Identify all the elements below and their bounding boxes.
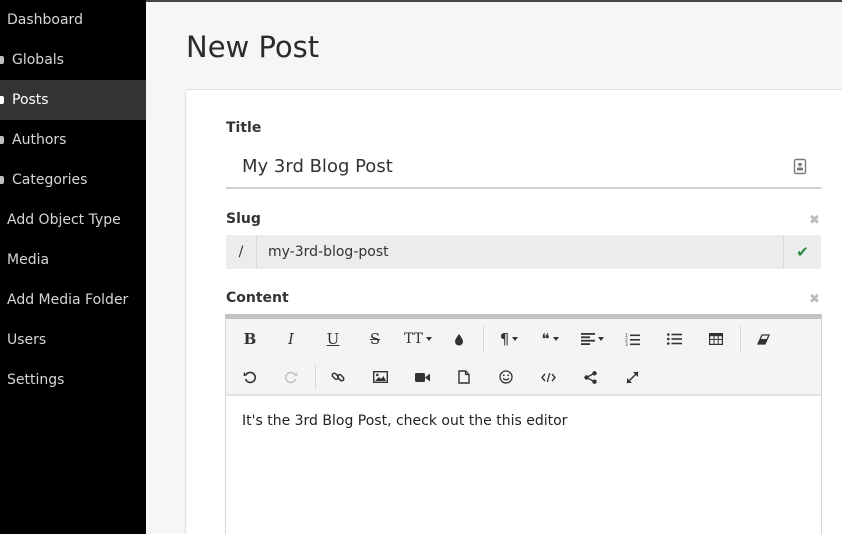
sidebar-item-label: Categories [12,172,88,188]
content-clear-icon[interactable]: ✖ [809,292,820,307]
code-icon [540,372,556,382]
rich-text-editor: B I U S TT ¶ ❝ 123 It's the 3rd Blog Pos… [225,314,822,534]
redo-icon [284,371,298,384]
editor-toolbar: B I U S TT ¶ ❝ 123 [226,319,821,396]
share-button[interactable] [575,364,605,390]
underline-button[interactable]: U [318,326,348,352]
toolbar-separator [483,326,484,352]
fullscreen-button[interactable] [617,364,647,390]
sidebar: Dashboard Globals Posts Authors Categori… [0,0,146,534]
paragraph-format-button[interactable]: ¶ [492,326,526,352]
slug-input[interactable]: / my-3rd-blog-post ✔ [226,235,821,269]
sidebar-item-label: Globals [12,52,64,68]
paragraph-icon: ¶ [499,330,510,348]
sidebar-item-dashboard[interactable]: Dashboard [0,0,146,40]
ordered-list-icon: 123 [625,333,640,346]
chevron-down-icon [512,337,519,341]
align-left-icon [580,333,595,345]
sidebar-item-authors[interactable]: Authors [0,120,146,160]
insert-file-button[interactable] [449,364,479,390]
editor-content[interactable]: It's the 3rd Blog Post, check out the th… [242,413,567,429]
content-label: Content [226,290,289,306]
slug-label: Slug [226,211,261,227]
italic-icon: I [288,330,294,348]
quote-button[interactable]: ❝ [533,326,567,352]
check-icon: ✔ [783,235,821,269]
insert-link-button[interactable] [323,364,353,390]
undo-button[interactable] [235,364,265,390]
link-icon [331,372,345,382]
redo-button[interactable] [276,364,306,390]
sidebar-item-label: Authors [12,132,67,148]
toolbar-separator [740,326,741,352]
sidebar-item-label: Add Object Type [7,212,121,228]
smiley-icon [499,370,513,384]
contact-card-icon[interactable] [793,158,807,175]
expand-icon [625,370,639,384]
title-input-value: My 3rd Blog Post [242,156,393,177]
sidebar-item-add-media-folder[interactable]: Add Media Folder [0,280,146,320]
quote-icon: ❝ [541,330,550,348]
expand-indicator-icon [0,176,4,184]
sidebar-item-label: Users [7,332,47,348]
sidebar-item-label: Dashboard [7,12,83,28]
slug-prefix: / [226,235,257,269]
font-size-button[interactable]: TT [400,326,436,352]
ordered-list-button[interactable]: 123 [617,326,647,352]
strikethrough-button[interactable]: S [360,326,390,352]
expand-indicator-icon [0,96,4,104]
expand-indicator-icon [0,136,4,144]
page-title: New Post [186,30,320,64]
insert-video-button[interactable] [407,364,437,390]
chevron-down-icon [552,337,559,341]
table-icon [709,333,723,345]
unordered-list-icon [666,333,682,345]
top-border [146,0,842,2]
unordered-list-button[interactable] [659,326,689,352]
drop-icon [455,333,463,345]
sidebar-item-label: Media [7,252,50,268]
sidebar-item-label: Posts [12,92,49,108]
eraser-icon [756,333,770,345]
svg-text:3: 3 [625,342,628,346]
chevron-down-icon [597,337,604,341]
font-size-icon: TT [404,331,423,347]
align-button[interactable] [575,326,609,352]
code-view-button[interactable] [533,364,563,390]
sidebar-item-globals[interactable]: Globals [0,40,146,80]
title-input[interactable]: My 3rd Blog Post [226,146,821,189]
bold-icon: B [243,330,257,348]
table-button[interactable] [701,326,731,352]
sidebar-item-categories[interactable]: Categories [0,160,146,200]
slug-clear-icon[interactable]: ✖ [809,213,820,228]
title-label: Title [226,120,262,136]
sidebar-item-label: Settings [7,372,65,388]
insert-image-button[interactable] [365,364,395,390]
chevron-down-icon [425,337,432,341]
slug-input-value: my-3rd-blog-post [268,244,389,260]
sidebar-item-add-object-type[interactable]: Add Object Type [0,200,146,240]
clear-formatting-button[interactable] [748,326,778,352]
undo-icon [243,371,257,384]
expand-indicator-icon [0,56,4,64]
sidebar-item-label: Add Media Folder [7,292,129,308]
underline-icon: U [326,330,340,348]
sidebar-item-posts[interactable]: Posts [0,80,146,120]
italic-button[interactable]: I [276,326,306,352]
image-icon [372,371,388,383]
video-camera-icon [414,372,430,382]
text-color-button[interactable] [444,326,474,352]
sidebar-item-media[interactable]: Media [0,240,146,280]
insert-emoji-button[interactable] [491,364,521,390]
sidebar-item-settings[interactable]: Settings [0,360,146,400]
share-icon [583,370,597,384]
strikethrough-icon: S [369,330,381,348]
file-icon [458,370,470,384]
toolbar-separator [315,364,316,390]
bold-button[interactable]: B [235,326,265,352]
sidebar-item-users[interactable]: Users [0,320,146,360]
